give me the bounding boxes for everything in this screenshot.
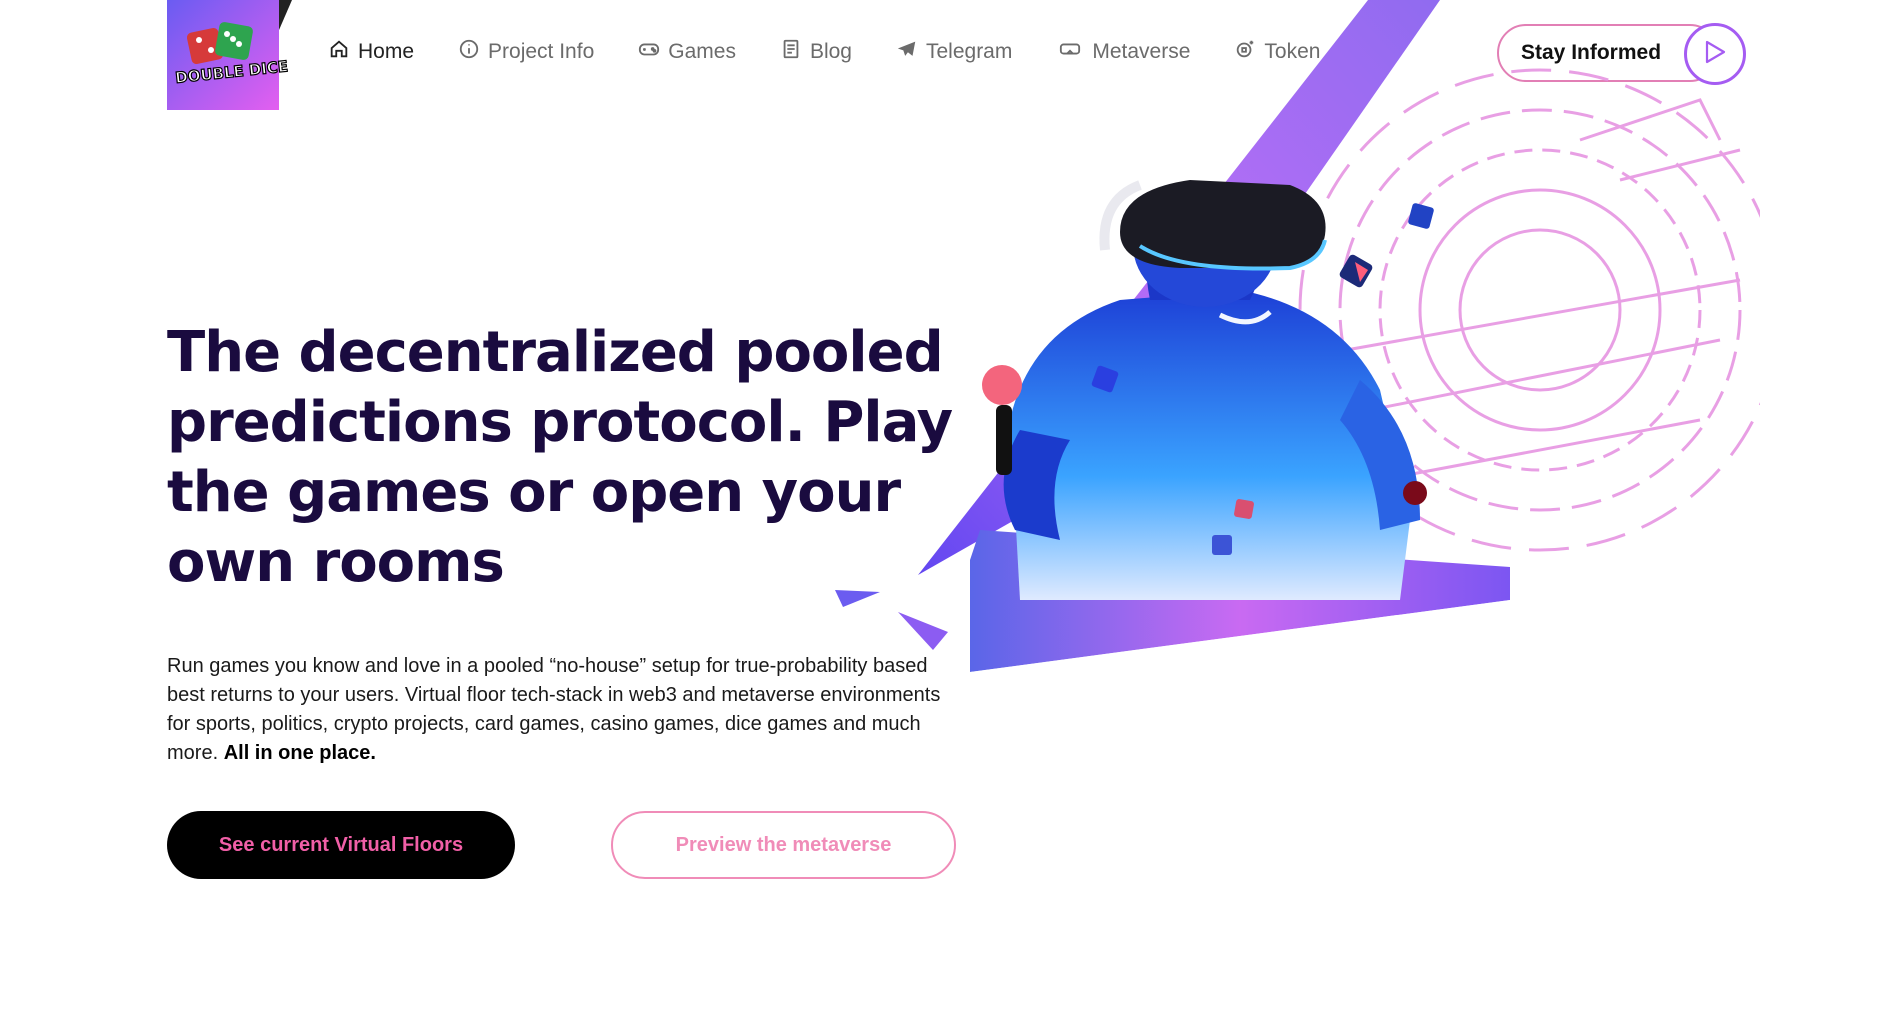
hero-headline: The decentralized pooled predictions pro…	[167, 320, 953, 595]
hero-description-strong: All in one place.	[223, 742, 376, 764]
info-icon	[458, 38, 480, 66]
gamepad-icon	[638, 38, 660, 66]
nav-item-home[interactable]: Home	[328, 38, 414, 66]
preview-metaverse-button[interactable]: Preview the metaverse	[611, 811, 956, 879]
document-icon	[780, 38, 802, 66]
double-dice-logo[interactable]: DOUBLE DICE	[167, 0, 292, 110]
nav-item-label: Project Info	[488, 40, 595, 63]
nav-item-label: Games	[668, 40, 736, 63]
hero-description: Run games you know and love in a pooled …	[167, 652, 967, 768]
nav-item-games[interactable]: Games	[638, 38, 736, 66]
nav-item-project-info[interactable]: Project Info	[458, 38, 594, 66]
see-virtual-floors-button[interactable]: See current Virtual Floors	[167, 811, 515, 879]
nav-item-label: Home	[358, 40, 415, 63]
home-icon	[328, 38, 350, 66]
